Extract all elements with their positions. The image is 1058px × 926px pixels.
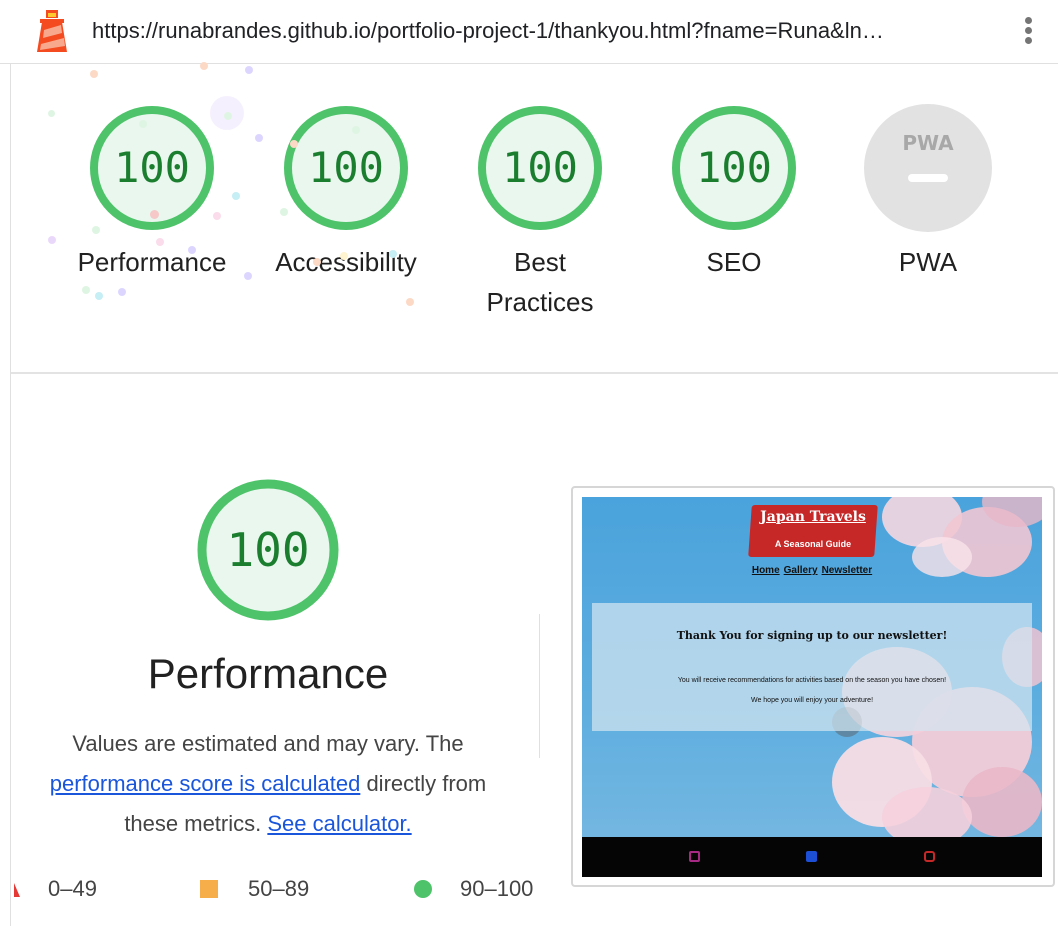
vertical-separator	[539, 614, 540, 758]
pass-circle-icon	[414, 880, 432, 898]
pwa-icon: PWA	[864, 104, 992, 232]
lighthouse-icon	[37, 10, 67, 52]
legend-average: 50–89	[248, 876, 310, 901]
average-square-icon	[200, 880, 218, 898]
score-calculated-link[interactable]: performance score is calculated	[50, 771, 361, 796]
screenshot-content: Japan Travels A Seasonal Guide Home Galle…	[582, 497, 1042, 877]
score-ring: 100	[282, 104, 410, 232]
site-nav: Home Gallery Newsletter	[582, 565, 1042, 576]
performance-description: Values are estimated and may vary. The p…	[20, 724, 516, 844]
score-value: 100	[308, 143, 384, 192]
youtube-icon	[924, 851, 935, 862]
score-ring: 100	[670, 104, 798, 232]
thank-you-line-2: We hope you will enjoy your adventure!	[750, 697, 874, 704]
category-gauges: 100 Performance 100 Accessibility 100 Be…	[11, 64, 1058, 372]
page-url: https://runabrandes.github.io/portfolio-…	[92, 18, 884, 43]
pwa-badge: PWA	[864, 104, 992, 232]
facebook-icon	[806, 851, 817, 862]
final-screenshot[interactable]: Japan Travels A Seasonal Guide Home Galle…	[571, 486, 1055, 887]
legend-fail: 0–49	[48, 876, 97, 901]
gauge-best-practices[interactable]: 100 Best Practices	[452, 104, 628, 322]
legend-pass: 90–100	[460, 876, 534, 901]
thank-you-heading: Thank You for signing up to our newslett…	[676, 629, 948, 642]
score-ring: 100	[476, 104, 604, 232]
gauge-label: Accessibility	[275, 247, 417, 277]
nav-home: Home	[751, 565, 780, 576]
gauge-performance[interactable]: 100 Performance	[64, 104, 240, 282]
thank-you-line-1: You will receive recommendations for act…	[677, 677, 947, 684]
gauge-label: Best Practices	[486, 247, 594, 317]
score-value: 100	[502, 143, 578, 192]
section-divider	[11, 372, 1058, 374]
gauge-pwa[interactable]: PWA PWA	[840, 104, 1016, 282]
brand-title: Japan Travels	[760, 509, 866, 525]
performance-score-value: 100	[226, 523, 310, 577]
performance-score-gauge: 100	[196, 478, 340, 622]
gauge-label: PWA	[898, 247, 958, 277]
see-calculator-link[interactable]: See calculator.	[267, 811, 411, 836]
instagram-icon	[689, 851, 700, 862]
gauge-seo[interactable]: 100 SEO	[646, 104, 822, 282]
more-vertical-icon[interactable]	[1018, 14, 1038, 50]
gauge-label: SEO	[706, 247, 762, 277]
performance-title: Performance	[147, 650, 389, 697]
site-footer	[582, 837, 1042, 877]
svg-text:PWA: PWA	[902, 131, 954, 155]
nav-gallery: Gallery	[783, 565, 818, 576]
score-value: 100	[696, 143, 772, 192]
thank-you-panel: Thank You for signing up to our newslett…	[592, 603, 1032, 731]
nav-newsletter: Newsletter	[821, 565, 873, 576]
url-bar: https://runabrandes.github.io/portfolio-…	[0, 0, 1058, 64]
brand-subtitle: A Seasonal Guide	[774, 539, 852, 549]
desc-prefix: Values are estimated and may vary. The	[72, 731, 464, 756]
gauge-label: Performance	[77, 247, 227, 277]
